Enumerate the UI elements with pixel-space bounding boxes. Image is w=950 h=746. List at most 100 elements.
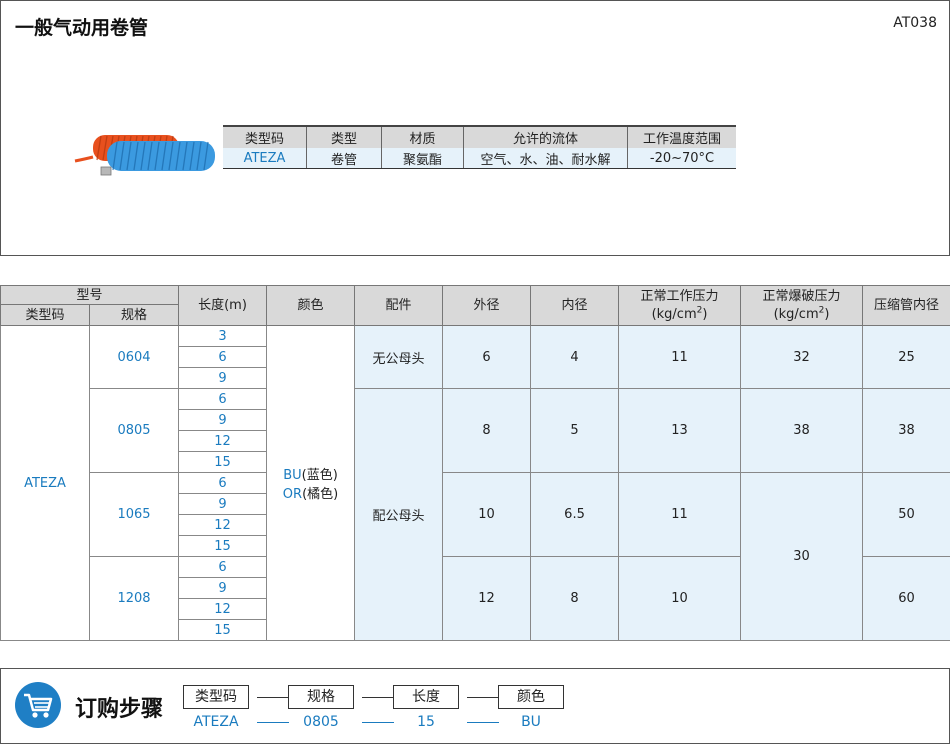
model-group-header: 型号 xyxy=(0,285,180,305)
type-code-header: 类型码 xyxy=(0,304,90,326)
burst-pressure-cell: 38 xyxy=(740,388,864,473)
product-header-panel: 一般气动用卷管 AT038 类型码 类型 材质 允许的流体 工作温度范围 ATE… xyxy=(0,0,950,256)
shrink-inner-cell: 50 xyxy=(862,472,950,557)
summary-header-cell: 类型 xyxy=(306,125,382,148)
spec-cell: 0805 xyxy=(88,388,180,473)
shrink-inner-cell: 60 xyxy=(862,556,950,641)
blue-coil xyxy=(107,141,215,171)
step-connector xyxy=(362,697,394,698)
summary-header-cell: 材质 xyxy=(381,125,464,148)
shrink-inner-cell: 25 xyxy=(862,325,950,389)
step-label-color: 颜色 xyxy=(498,685,564,709)
spec-table: 型号 长度(m) 颜色 配件 外径 内径 正常工作压力 (kg/cm2) 正常爆… xyxy=(0,285,950,641)
summary-cell: ATEZA xyxy=(223,148,307,169)
color-code: OR xyxy=(282,487,303,502)
length-cell: 9 xyxy=(178,409,268,431)
spec-cell: 1065 xyxy=(88,472,180,557)
summary-cell: -20~70°C xyxy=(627,148,736,169)
fitting-header: 配件 xyxy=(354,285,444,326)
color-header: 颜色 xyxy=(266,285,356,326)
outer-dia-cell: 12 xyxy=(442,556,532,641)
step-connector xyxy=(467,697,499,698)
summary-cell: 空气、水、油、耐水解 xyxy=(463,148,628,169)
table-row: 1065 6 10 6.5 11 30 50 xyxy=(1,472,950,641)
length-cell: 15 xyxy=(178,535,268,557)
shopping-cart-icon xyxy=(15,682,61,728)
work-pressure-cell: 11 xyxy=(618,325,742,389)
spec-header-row: 型号 长度(m) 颜色 配件 外径 内径 正常工作压力 (kg/cm2) 正常爆… xyxy=(0,285,950,326)
outer-dia-header: 外径 xyxy=(442,285,532,326)
length-cell: 15 xyxy=(178,451,268,473)
summary-header-cell: 允许的流体 xyxy=(463,125,628,148)
fitting-icon xyxy=(100,166,112,176)
burst-pressure-label: 正常爆破压力 xyxy=(762,288,841,304)
order-title: 订购步骤 xyxy=(75,697,164,722)
summary-header-row: 类型码 类型 材质 允许的流体 工作温度范围 xyxy=(223,125,736,148)
shrink-inner-cell: 38 xyxy=(862,388,950,473)
inner-dia-cell: 5 xyxy=(530,388,620,473)
step-label-spec: 规格 xyxy=(288,685,354,709)
summary-header-cell: 类型码 xyxy=(223,125,307,148)
work-pressure-cell: 11 xyxy=(618,472,742,557)
length-cell: 15 xyxy=(178,619,268,641)
inner-dia-cell: 4 xyxy=(530,325,620,389)
spec-cell: 0604 xyxy=(88,325,180,389)
inner-dia-cell: 8 xyxy=(530,556,620,641)
length-cell: 9 xyxy=(178,577,268,599)
work-pressure-label: 正常工作压力 xyxy=(640,288,719,304)
product-code: AT038 xyxy=(893,15,937,31)
step-value-connector xyxy=(257,722,289,723)
color-code: BU xyxy=(283,468,302,483)
outer-dia-cell: 6 xyxy=(442,325,532,389)
inner-dia-cell: 6.5 xyxy=(530,472,620,557)
step-value-connector xyxy=(362,722,394,723)
type-code-cell: ATEZA xyxy=(0,325,90,641)
step-value-type-code: ATEZA xyxy=(193,714,239,730)
work-pressure-cell: 10 xyxy=(618,556,742,641)
burst-pressure-cell: 30 xyxy=(740,472,864,641)
fitting-cell: 无公母头 xyxy=(354,325,444,389)
length-header: 长度(m) xyxy=(178,285,268,326)
spec-header: 规格 xyxy=(88,304,180,326)
work-pressure-header: 正常工作压力 (kg/cm2) xyxy=(618,285,742,326)
summary-data-row: ATEZA 卷管 聚氨酯 空气、水、油、耐水解 -20~70°C xyxy=(223,148,736,169)
length-cell: 6 xyxy=(178,346,268,368)
step-value-length: 15 xyxy=(417,714,435,730)
summary-cell: 卷管 xyxy=(306,148,382,169)
table-row: 0805 6 配公母头 8 5 13 38 38 xyxy=(1,388,950,641)
step-value-connector xyxy=(467,722,499,723)
pressure-unit: (kg/cm2) xyxy=(773,305,830,323)
summary-table: 类型码 类型 材质 允许的流体 工作温度范围 ATEZA 卷管 聚氨酯 空气、水… xyxy=(223,125,736,169)
summary-cell: 聚氨酯 xyxy=(381,148,464,169)
length-cell: 9 xyxy=(178,367,268,389)
summary-header-cell: 工作温度范围 xyxy=(627,125,736,148)
color-cell: BU(蓝色) OR(橘色) xyxy=(266,325,356,641)
step-value-spec: 0805 xyxy=(303,714,339,730)
length-cell: 12 xyxy=(178,430,268,452)
coiled-hose-image xyxy=(74,135,215,176)
length-cell: 9 xyxy=(178,493,268,515)
step-connector xyxy=(257,697,289,698)
burst-pressure-header: 正常爆破压力 (kg/cm2) xyxy=(740,285,864,326)
color-name: (橘色) xyxy=(302,487,339,502)
step-label-length: 长度 xyxy=(393,685,459,709)
outer-dia-cell: 8 xyxy=(442,388,532,473)
fitting-cell: 配公母头 xyxy=(354,388,444,641)
length-cell: 6 xyxy=(178,388,268,410)
outer-dia-cell: 10 xyxy=(442,472,532,557)
spec-cell: 1208 xyxy=(88,556,180,641)
inner-dia-header: 内径 xyxy=(530,285,620,326)
table-row: ATEZA 0604 3 BU(蓝色) OR(橘色) 无公母头 6 4 11 3… xyxy=(0,325,950,641)
shrink-inner-header: 压缩管内径 xyxy=(862,285,950,326)
step-label-type-code: 类型码 xyxy=(183,685,249,709)
pressure-unit: (kg/cm2) xyxy=(651,305,708,323)
length-cell: 3 xyxy=(178,325,268,347)
color-name: (蓝色) xyxy=(301,468,338,483)
length-cell: 6 xyxy=(178,472,268,494)
order-steps-panel: 订购步骤 类型码 规格 长度 颜色 ATEZA 0805 15 BU xyxy=(0,668,950,744)
length-cell: 12 xyxy=(178,514,268,536)
work-pressure-cell: 13 xyxy=(618,388,742,473)
step-value-color: BU xyxy=(521,714,541,730)
burst-pressure-cell: 32 xyxy=(740,325,864,389)
length-cell: 6 xyxy=(178,556,268,578)
